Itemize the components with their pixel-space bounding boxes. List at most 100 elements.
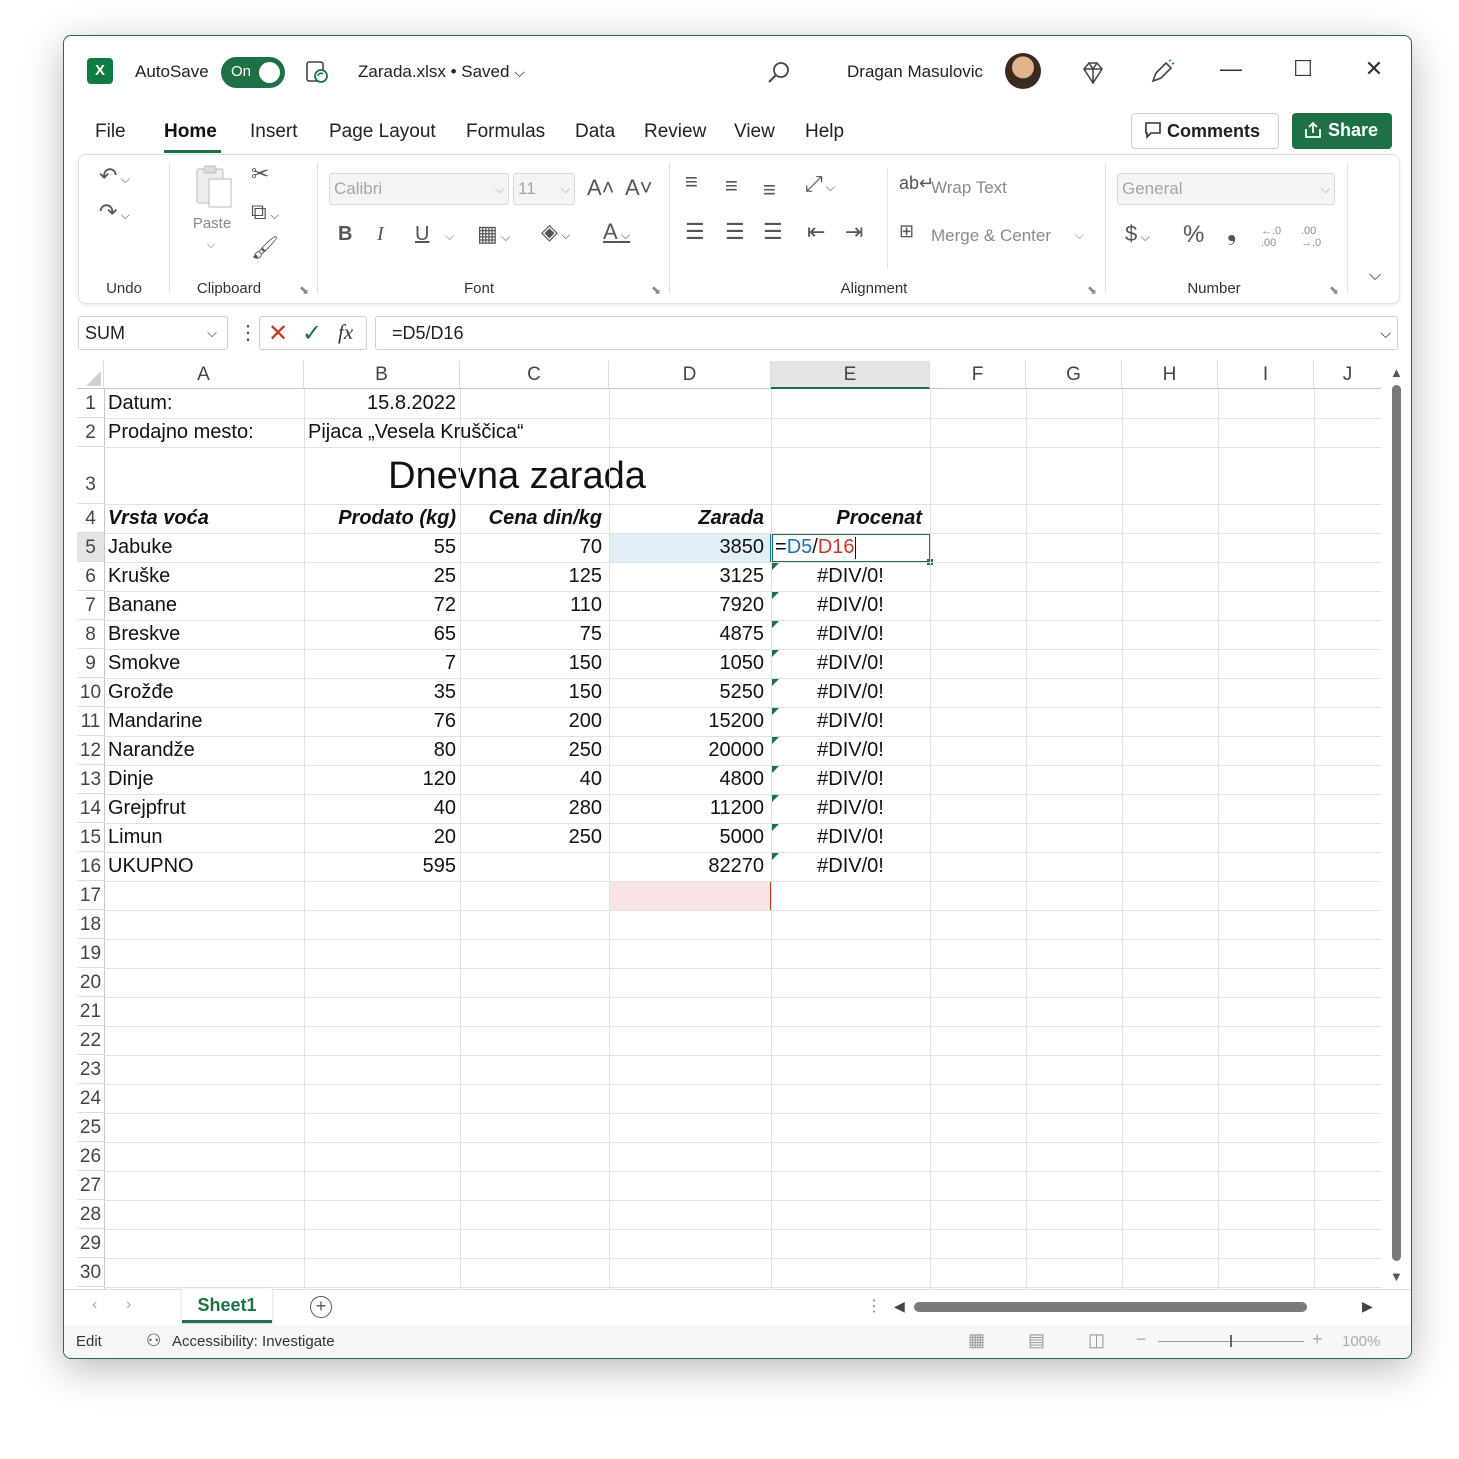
error-indicator-icon[interactable] [772, 766, 779, 773]
tab-help[interactable]: Help [805, 121, 844, 143]
cell-fruit-name[interactable]: Narandže [108, 736, 195, 765]
cell-fruit-name[interactable]: Grejpfrut [108, 794, 186, 823]
orientation-icon[interactable]: ⤢ ⌵ [805, 171, 835, 197]
cell-cena[interactable]: 40 [460, 765, 602, 794]
user-avatar[interactable] [1005, 53, 1041, 89]
tab-data[interactable]: Data [575, 121, 615, 143]
column-header-f[interactable]: F [930, 361, 1026, 389]
cell-b2[interactable]: Pijaca „Vesela Kruščica“ [308, 418, 524, 447]
pen-icon[interactable] [1148, 58, 1176, 86]
tab-view[interactable]: View [734, 121, 775, 143]
cell-cena[interactable]: 280 [460, 794, 602, 823]
tab-page-layout[interactable]: Page Layout [329, 121, 436, 143]
column-header-b[interactable]: B [304, 361, 460, 389]
redo-icon[interactable]: ↷ ⌵ [99, 199, 130, 225]
cell-prodato[interactable]: 40 [304, 794, 456, 823]
cell-a2[interactable]: Prodajno mesto: [108, 418, 254, 447]
insert-function-icon[interactable]: fx [338, 320, 353, 345]
cell-fruit-name[interactable]: Jabuke [108, 533, 173, 562]
undo-icon[interactable]: ↶ ⌵ [99, 163, 130, 189]
cell-fruit-name[interactable]: Kruške [108, 562, 170, 591]
sheet-tab-sheet1[interactable]: Sheet1 [182, 1289, 272, 1323]
cell-total-procenat[interactable]: #DIV/0! [771, 852, 930, 881]
cell-prodato[interactable]: 7 [304, 649, 456, 678]
zoom-out-icon[interactable]: − [1136, 1329, 1147, 1350]
row-header[interactable]: 30 [77, 1258, 104, 1287]
cell-cena[interactable]: 75 [460, 620, 602, 649]
horizontal-scroll-thumb[interactable] [914, 1302, 1307, 1312]
prev-sheet-icon[interactable]: ‹ [92, 1296, 97, 1314]
clipboard-launcher-icon[interactable]: ⬊ [299, 283, 309, 297]
cancel-icon[interactable]: ✕ [268, 319, 288, 348]
expand-formula-icon[interactable]: ⌵ [1380, 317, 1391, 349]
file-title[interactable]: Zarada.xlsx • Saved ⌵ [358, 62, 525, 82]
row-header[interactable]: 15 [77, 823, 104, 852]
row-header[interactable]: 24 [77, 1084, 104, 1113]
cell-zarada[interactable]: 7920 [609, 591, 765, 620]
autosave-toggle[interactable]: On [221, 57, 285, 88]
align-middle-icon[interactable]: ≡ [725, 173, 738, 199]
borders-icon[interactable]: ▦ ⌵ [477, 221, 510, 247]
header-vrsta-voca[interactable]: Vrsta voća [108, 504, 209, 533]
cell-fruit-name[interactable]: Grožđe [108, 678, 174, 707]
cell-fruit-name[interactable]: Dinje [108, 765, 154, 794]
column-header-g[interactable]: G [1026, 361, 1122, 389]
tab-home[interactable]: Home [164, 121, 217, 143]
normal-view-icon[interactable]: ▦ [968, 1330, 985, 1351]
scroll-down-arrow-icon[interactable]: ▼ [1390, 1269, 1403, 1284]
row-header[interactable]: 18 [77, 910, 104, 939]
align-bottom-icon[interactable]: ≡ [763, 177, 776, 203]
cell-fruit-name[interactable]: Smokve [108, 649, 180, 678]
column-header-i[interactable]: I [1218, 361, 1314, 389]
cell-zarada[interactable]: 11200 [609, 794, 764, 823]
vertical-scroll-thumb[interactable] [1392, 385, 1401, 1261]
align-right-icon[interactable]: ☰ [763, 219, 783, 245]
cell-cena[interactable]: 110 [460, 591, 602, 620]
row-header[interactable]: 19 [77, 939, 104, 968]
cell-prodato[interactable]: 35 [304, 678, 456, 707]
cell-fruit-name[interactable]: Banane [108, 591, 177, 620]
scroll-right-arrow-icon[interactable]: ▶ [1362, 1298, 1373, 1315]
header-cena[interactable]: Cena din/kg [460, 504, 602, 533]
column-header-h[interactable]: H [1122, 361, 1218, 389]
row-header[interactable]: 4 [77, 504, 104, 533]
row-header[interactable]: 9 [77, 649, 104, 678]
cell-procenat[interactable]: #DIV/0! [771, 794, 930, 823]
row-header[interactable]: 28 [77, 1200, 104, 1229]
wrap-text-label[interactable]: Wrap Text [931, 178, 1007, 198]
error-indicator-icon[interactable] [772, 853, 779, 860]
error-indicator-icon[interactable] [772, 650, 779, 657]
maximize-button[interactable]: ☐ [1288, 56, 1318, 82]
row-header[interactable]: 27 [77, 1171, 104, 1200]
cell-e5-editor[interactable]: =D5/D16 [775, 533, 856, 562]
column-header-a[interactable]: A [104, 361, 304, 389]
shrink-font-icon[interactable]: A˅ [625, 175, 653, 201]
row-header[interactable]: 10 [77, 678, 104, 707]
row-header[interactable]: 5 [77, 533, 104, 562]
ribbon-collapse-chevron-icon[interactable]: ⌵ [1369, 267, 1381, 285]
cell-zarada[interactable]: 20000 [609, 736, 764, 765]
cell-cena[interactable]: 250 [460, 823, 602, 852]
cell-zarada[interactable]: 5250 [609, 678, 765, 707]
align-top-icon[interactable]: ≡ [685, 169, 698, 195]
paste-icon[interactable] [191, 163, 237, 211]
font-size-select[interactable]: 11 ⌵ [513, 173, 575, 205]
row-header[interactable]: 21 [77, 997, 104, 1026]
sync-file-icon[interactable] [304, 59, 330, 85]
cell-procenat[interactable]: #DIV/0! [771, 736, 930, 765]
cell-prodato[interactable]: 80 [304, 736, 456, 765]
column-header-e[interactable]: E [771, 361, 930, 389]
cell-zarada[interactable]: 3850 [609, 533, 765, 562]
row-header[interactable]: 12 [77, 736, 104, 765]
zoom-in-icon[interactable]: + [1312, 1329, 1323, 1350]
merge-center-icon[interactable]: ⊞ [899, 221, 914, 242]
row-header[interactable]: 29 [77, 1229, 104, 1258]
scroll-left-arrow-icon[interactable]: ◀ [894, 1298, 905, 1315]
underline-chevron-icon[interactable]: ⌵ [445, 229, 454, 244]
format-painter-icon[interactable]: 🖌 [251, 235, 279, 261]
error-indicator-icon[interactable] [772, 795, 779, 802]
cell-procenat[interactable]: #DIV/0! [771, 823, 930, 852]
cut-icon[interactable]: ✂ [251, 161, 269, 187]
row-header[interactable]: 20 [77, 968, 104, 997]
cell-cena[interactable]: 150 [460, 678, 602, 707]
